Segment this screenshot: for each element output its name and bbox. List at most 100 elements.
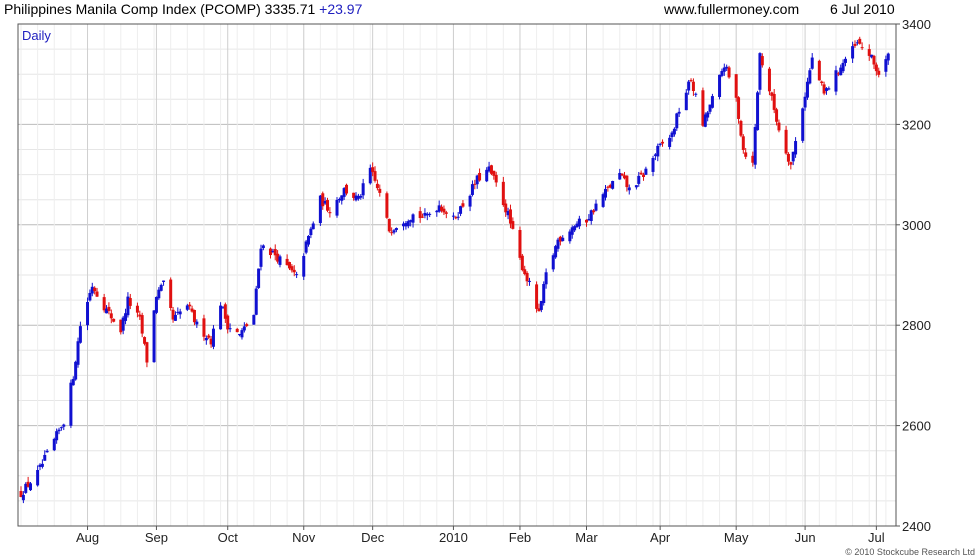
candle-up <box>45 449 49 453</box>
candle-up <box>756 90 760 131</box>
candle-body <box>644 168 648 175</box>
candle-up <box>278 254 282 268</box>
candle-up <box>710 93 714 109</box>
candle-body <box>392 230 396 233</box>
candle-body <box>211 328 215 347</box>
candle-up <box>254 285 258 316</box>
candle-body <box>739 120 743 136</box>
candle-body <box>109 313 113 319</box>
price-chart: Daily 2400 2600 2800 3000 3200 3400 Aug Sep Oct… <box>17 17 975 557</box>
candle-up <box>178 308 182 319</box>
candle-down <box>789 161 793 170</box>
candle-body <box>451 215 455 217</box>
candle-body <box>309 228 313 236</box>
candle-body <box>684 92 688 111</box>
candle-up <box>36 465 40 487</box>
x-tick-label: 2010 <box>439 530 468 545</box>
candle-body <box>877 70 881 75</box>
candle-up <box>668 134 672 150</box>
candle-body <box>135 305 139 313</box>
candle-down <box>145 341 149 368</box>
candle-up <box>801 107 805 143</box>
candle-body <box>204 337 208 341</box>
candle-body <box>784 129 788 154</box>
candle-body <box>152 310 156 363</box>
x-tick-label: Apr <box>650 530 671 545</box>
candle-up <box>644 166 648 175</box>
candle-body <box>656 145 660 157</box>
candle-up <box>152 310 156 363</box>
candle-body <box>375 183 379 189</box>
candle-body <box>668 137 672 147</box>
candle-body <box>841 62 845 72</box>
x-tick-label: Oct <box>218 530 239 545</box>
candle-down <box>525 271 529 286</box>
candle-body <box>872 55 876 65</box>
candle-down <box>817 59 821 81</box>
candle-body <box>292 269 296 273</box>
candle-body <box>40 463 44 467</box>
candle-up <box>542 281 546 306</box>
candle-body <box>78 326 82 343</box>
y-tick-label: 3000 <box>902 218 931 233</box>
candle-body <box>808 70 812 84</box>
candle-down <box>858 36 862 45</box>
candle-body <box>257 268 261 288</box>
candle-body <box>55 431 59 441</box>
candle-up <box>219 302 223 330</box>
candle-body <box>162 280 166 282</box>
candle-up <box>687 79 691 95</box>
x-tick-label: Jul <box>868 530 885 545</box>
candle-body <box>672 128 676 135</box>
x-tick-label: May <box>724 530 749 545</box>
candle-up <box>577 215 581 230</box>
candle-up <box>211 325 215 350</box>
candle-body <box>777 122 781 131</box>
candle-up <box>437 200 441 213</box>
candle-down <box>739 119 743 138</box>
candle-up <box>451 212 455 221</box>
candle-body <box>468 195 472 207</box>
candle-body <box>675 113 679 129</box>
candle-body <box>687 81 691 91</box>
candle-body <box>311 223 315 230</box>
x-axis: Aug Sep Oct Nov Dec 2010 Feb Mar Apr May Jun Jul <box>76 526 885 545</box>
candle-body <box>173 314 177 321</box>
candle-body <box>661 141 665 144</box>
candle-down <box>584 219 588 227</box>
candle-down <box>501 176 505 207</box>
chart-window: Philippines Manila Comp Index (PCOMP) 33… <box>0 0 980 560</box>
candle-body <box>373 171 377 181</box>
candle-body <box>625 175 629 188</box>
candle-body <box>677 111 681 114</box>
candle-body <box>295 274 299 276</box>
candle-down <box>741 134 745 154</box>
candle-body <box>140 315 144 334</box>
candle-body <box>594 203 598 211</box>
candle-down <box>639 170 643 175</box>
candle-body <box>642 174 646 178</box>
candle-body <box>494 174 498 183</box>
candle-up <box>808 68 812 85</box>
candle-down <box>418 206 422 223</box>
candle-body <box>827 88 831 90</box>
candle-up <box>594 199 598 212</box>
candle-body <box>639 172 643 175</box>
candle-body <box>525 272 529 282</box>
candle-body <box>45 450 49 453</box>
candle-body <box>604 188 608 198</box>
candle-body <box>744 152 748 157</box>
x-tick-label: Aug <box>76 530 99 545</box>
candle-up <box>651 155 655 177</box>
candle-body <box>501 181 505 206</box>
candle-body <box>385 193 389 218</box>
x-tick-label: Feb <box>509 530 531 545</box>
candle-up <box>62 423 66 431</box>
candle-body <box>428 213 432 215</box>
candle-body <box>306 235 310 245</box>
candle-body <box>76 341 80 365</box>
candle-body <box>478 172 482 181</box>
candle-body <box>321 193 325 207</box>
candle-body <box>226 315 230 330</box>
y-tick-label: 3200 <box>902 117 931 132</box>
